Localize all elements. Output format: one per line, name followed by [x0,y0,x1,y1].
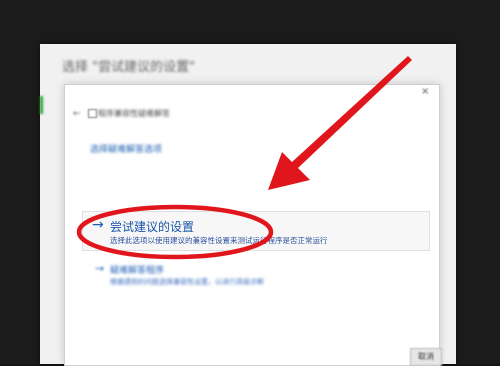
screenshot-canvas: 选择 "尝试建议的设置" × ← 程序兼容性疑难解答 选择疑难解答选项 → 尝试… [0,0,500,366]
annotation-arrow-icon [268,56,412,190]
highlight-ellipse [76,204,274,260]
annotation-overlay [76,56,412,260]
